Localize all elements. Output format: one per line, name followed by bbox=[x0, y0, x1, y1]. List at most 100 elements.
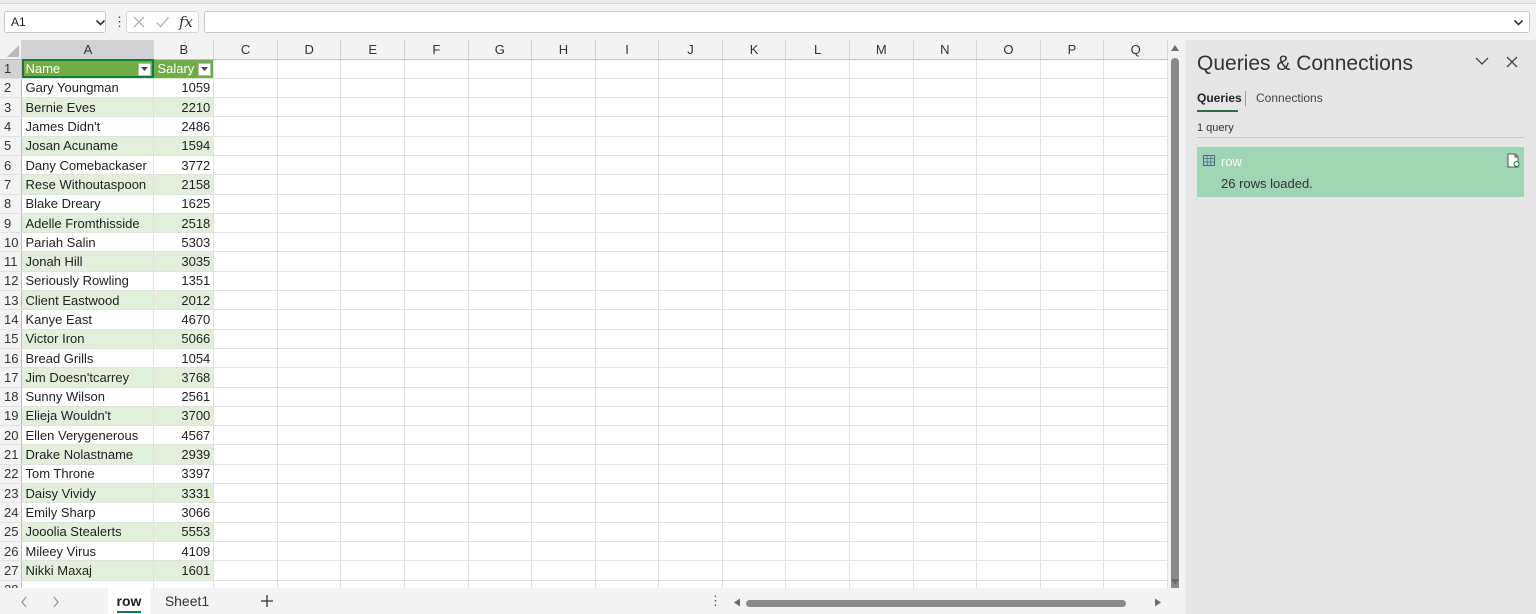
cell[interactable] bbox=[213, 444, 278, 465]
cell[interactable] bbox=[404, 522, 469, 542]
cell[interactable] bbox=[468, 541, 533, 562]
previous-sheet-icon[interactable] bbox=[20, 596, 28, 608]
cell[interactable] bbox=[913, 59, 978, 79]
cell[interactable] bbox=[531, 78, 596, 99]
cell[interactable] bbox=[468, 367, 533, 388]
cell[interactable] bbox=[658, 329, 723, 349]
cell[interactable] bbox=[213, 78, 278, 99]
cell[interactable] bbox=[658, 367, 723, 388]
cell[interactable] bbox=[277, 522, 342, 542]
cell[interactable] bbox=[531, 116, 596, 137]
cell[interactable] bbox=[722, 136, 787, 156]
cell[interactable] bbox=[531, 348, 596, 369]
cell[interactable] bbox=[277, 464, 342, 485]
cell[interactable] bbox=[531, 59, 596, 79]
row-header[interactable]: 23 bbox=[0, 483, 23, 504]
column-header-b[interactable]: B bbox=[153, 40, 215, 60]
salary-cell[interactable]: 3768 bbox=[153, 367, 215, 388]
cell[interactable] bbox=[468, 174, 533, 195]
cell[interactable] bbox=[976, 580, 1041, 588]
cell[interactable] bbox=[1103, 522, 1168, 542]
cell[interactable] bbox=[976, 502, 1041, 523]
cell[interactable] bbox=[658, 464, 723, 485]
cell[interactable] bbox=[849, 97, 914, 118]
cell[interactable] bbox=[658, 232, 723, 253]
cell[interactable] bbox=[1103, 290, 1168, 311]
cell[interactable] bbox=[1040, 213, 1105, 234]
cell[interactable] bbox=[976, 483, 1041, 504]
cell[interactable] bbox=[1103, 444, 1168, 465]
cell[interactable] bbox=[468, 213, 533, 234]
cell[interactable] bbox=[404, 194, 469, 214]
cell[interactable] bbox=[340, 329, 406, 349]
cell[interactable] bbox=[658, 290, 723, 311]
cell[interactable] bbox=[1103, 367, 1168, 388]
cell[interactable] bbox=[468, 444, 533, 465]
cell[interactable] bbox=[340, 502, 406, 523]
cell[interactable] bbox=[531, 290, 596, 311]
name-cell[interactable]: Mileey Virus bbox=[21, 541, 155, 562]
name-cell[interactable]: Victor Iron bbox=[21, 329, 155, 349]
salary-cell[interactable]: 2158 bbox=[153, 174, 215, 195]
cell[interactable] bbox=[913, 116, 978, 137]
cell[interactable] bbox=[913, 483, 978, 504]
filter-dropdown-icon[interactable] bbox=[138, 62, 152, 76]
cell[interactable] bbox=[658, 522, 723, 542]
cell[interactable] bbox=[595, 444, 660, 465]
cell[interactable] bbox=[913, 444, 978, 465]
cell[interactable] bbox=[213, 348, 278, 369]
cell[interactable] bbox=[785, 78, 850, 99]
salary-cell[interactable]: 3035 bbox=[153, 251, 215, 272]
cell[interactable] bbox=[722, 541, 787, 562]
cell[interactable] bbox=[213, 174, 278, 195]
cell[interactable] bbox=[277, 155, 342, 176]
cell[interactable] bbox=[849, 425, 914, 446]
header-cell-salary[interactable]: Salary bbox=[153, 59, 215, 79]
cell[interactable] bbox=[913, 271, 978, 292]
cell[interactable] bbox=[976, 367, 1041, 388]
cell[interactable] bbox=[658, 213, 723, 234]
cell[interactable] bbox=[1040, 483, 1105, 504]
cell[interactable] bbox=[1103, 425, 1168, 446]
cell[interactable] bbox=[531, 425, 596, 446]
cell[interactable] bbox=[340, 116, 406, 137]
cell[interactable] bbox=[531, 155, 596, 176]
cell[interactable] bbox=[785, 213, 850, 234]
cell[interactable] bbox=[213, 271, 278, 292]
salary-cell[interactable]: 3331 bbox=[153, 483, 215, 504]
cell[interactable] bbox=[277, 348, 342, 369]
cell[interactable] bbox=[1040, 97, 1105, 118]
name-cell[interactable]: Seriously Rowling bbox=[21, 271, 155, 292]
cell[interactable] bbox=[340, 174, 406, 195]
cell[interactable] bbox=[785, 97, 850, 118]
cell[interactable] bbox=[658, 560, 723, 581]
cell[interactable] bbox=[277, 78, 342, 99]
cell[interactable] bbox=[785, 232, 850, 253]
chevron-down-icon[interactable] bbox=[94, 16, 107, 29]
cell[interactable] bbox=[213, 232, 278, 253]
cell[interactable] bbox=[595, 97, 660, 118]
salary-cell[interactable]: 1625 bbox=[153, 194, 215, 214]
cell[interactable] bbox=[277, 502, 342, 523]
column-header-d[interactable]: D bbox=[277, 40, 342, 60]
cell[interactable] bbox=[722, 116, 787, 137]
cell[interactable] bbox=[531, 406, 596, 427]
cell[interactable] bbox=[913, 329, 978, 349]
cell[interactable] bbox=[213, 194, 278, 214]
cell[interactable] bbox=[1103, 97, 1168, 118]
name-cell[interactable]: James Didn't bbox=[21, 116, 155, 137]
cell[interactable] bbox=[213, 213, 278, 234]
cell[interactable] bbox=[595, 560, 660, 581]
cell[interactable] bbox=[1103, 59, 1168, 79]
name-box[interactable]: A1 bbox=[4, 11, 106, 33]
salary-cell[interactable]: 2210 bbox=[153, 97, 215, 118]
cell[interactable] bbox=[1040, 367, 1105, 388]
cell[interactable] bbox=[976, 464, 1041, 485]
cell[interactable] bbox=[404, 251, 469, 272]
cell[interactable] bbox=[595, 464, 660, 485]
name-cell[interactable]: Josan Acuname bbox=[21, 136, 155, 156]
salary-cell[interactable]: 3772 bbox=[153, 155, 215, 176]
cell[interactable] bbox=[1040, 425, 1105, 446]
cell[interactable] bbox=[976, 97, 1041, 118]
cell[interactable] bbox=[1103, 232, 1168, 253]
